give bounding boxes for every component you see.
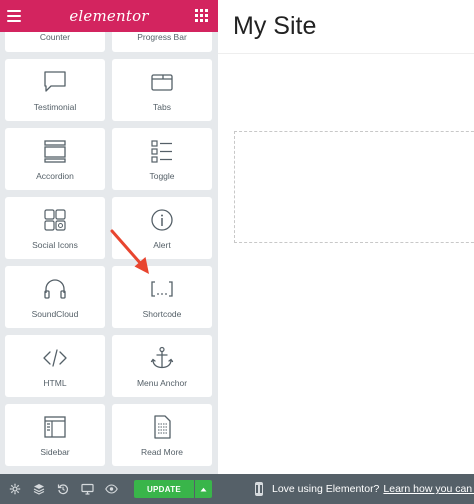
footer-notice-bar: Love using Elementor? Learn how you can … <box>218 474 474 504</box>
widget-menu-anchor[interactable]: Menu Anchor <box>112 335 212 397</box>
widget-accordion[interactable]: Accordion <box>5 128 105 190</box>
social-icons-icon <box>44 209 66 231</box>
widget-label: Counter <box>39 32 71 42</box>
widget-read-more[interactable]: Read More <box>112 404 212 466</box>
widget-alert[interactable]: Alert <box>112 197 212 259</box>
learn-more-link[interactable]: Learn how you can buil <box>383 483 474 495</box>
alert-icon <box>151 209 173 231</box>
widgets-list: Counter Progress Bar Testimonial Tabs Ac… <box>0 32 218 474</box>
widget-html[interactable]: HTML <box>5 335 105 397</box>
widgets-grid-icon[interactable] <box>195 9 208 22</box>
elementor-logo: elementor <box>69 7 149 25</box>
widget-label: Tabs <box>153 102 171 112</box>
widget-label: HTML <box>43 378 67 388</box>
toggle-icon <box>151 140 172 163</box>
header-divider <box>218 53 474 54</box>
widget-label: Progress Bar <box>137 32 187 42</box>
widget-label: Menu Anchor <box>136 378 188 388</box>
widget-tabs[interactable]: Tabs <box>112 59 212 121</box>
widget-progress-bar[interactable]: Progress Bar <box>112 32 212 52</box>
accordion-icon <box>44 140 66 163</box>
widget-label: Toggle <box>149 171 175 181</box>
navigator-layers-icon[interactable] <box>30 480 48 498</box>
widget-label: Read More <box>140 447 184 457</box>
menu-anchor-icon <box>150 346 174 369</box>
soundcloud-icon <box>44 279 66 299</box>
widget-sidebar[interactable]: Sidebar <box>5 404 105 466</box>
widget-label: Social Icons <box>32 240 78 250</box>
history-icon[interactable] <box>54 480 72 498</box>
empty-drop-area[interactable] <box>234 131 474 243</box>
hamburger-menu-icon[interactable] <box>6 8 22 24</box>
elementor-icon <box>255 482 263 496</box>
widget-social-icons[interactable]: Social Icons <box>5 197 105 259</box>
panel-header: elementor <box>0 0 218 32</box>
save-options-caret-icon[interactable] <box>195 480 212 498</box>
widget-label: Sidebar <box>40 447 70 457</box>
settings-icon[interactable] <box>6 480 24 498</box>
read-more-icon <box>154 415 171 439</box>
page-preview: My Site <box>218 0 474 474</box>
widget-panel: elementor Counter Progress Bar Testimoni… <box>0 0 218 504</box>
widget-testimonial[interactable]: Testimonial <box>5 59 105 121</box>
tabs-icon <box>151 74 173 91</box>
widget-label: SoundCloud <box>31 309 79 319</box>
responsive-mode-icon[interactable] <box>78 480 96 498</box>
widget-counter[interactable]: Counter <box>5 32 105 52</box>
shortcode-icon <box>151 281 173 297</box>
widget-toggle[interactable]: Toggle <box>112 128 212 190</box>
panel-footer: UPDATE <box>0 474 218 504</box>
notice-text: Love using Elementor? <box>272 483 380 495</box>
widget-label: Alert <box>153 240 171 250</box>
widget-soundcloud[interactable]: SoundCloud <box>5 266 105 328</box>
widget-label: Testimonial <box>33 102 77 112</box>
widget-label: Shortcode <box>142 309 182 319</box>
update-button[interactable]: UPDATE <box>134 480 194 498</box>
testimonial-icon <box>44 71 66 92</box>
html-icon <box>43 349 67 367</box>
elementor-editor: elementor Counter Progress Bar Testimoni… <box>0 0 474 504</box>
widget-label: Accordion <box>36 171 74 181</box>
sidebar-icon <box>44 416 66 438</box>
site-title: My Site <box>233 12 317 40</box>
widget-shortcode[interactable]: Shortcode <box>112 266 212 328</box>
preview-eye-icon[interactable] <box>102 480 120 498</box>
